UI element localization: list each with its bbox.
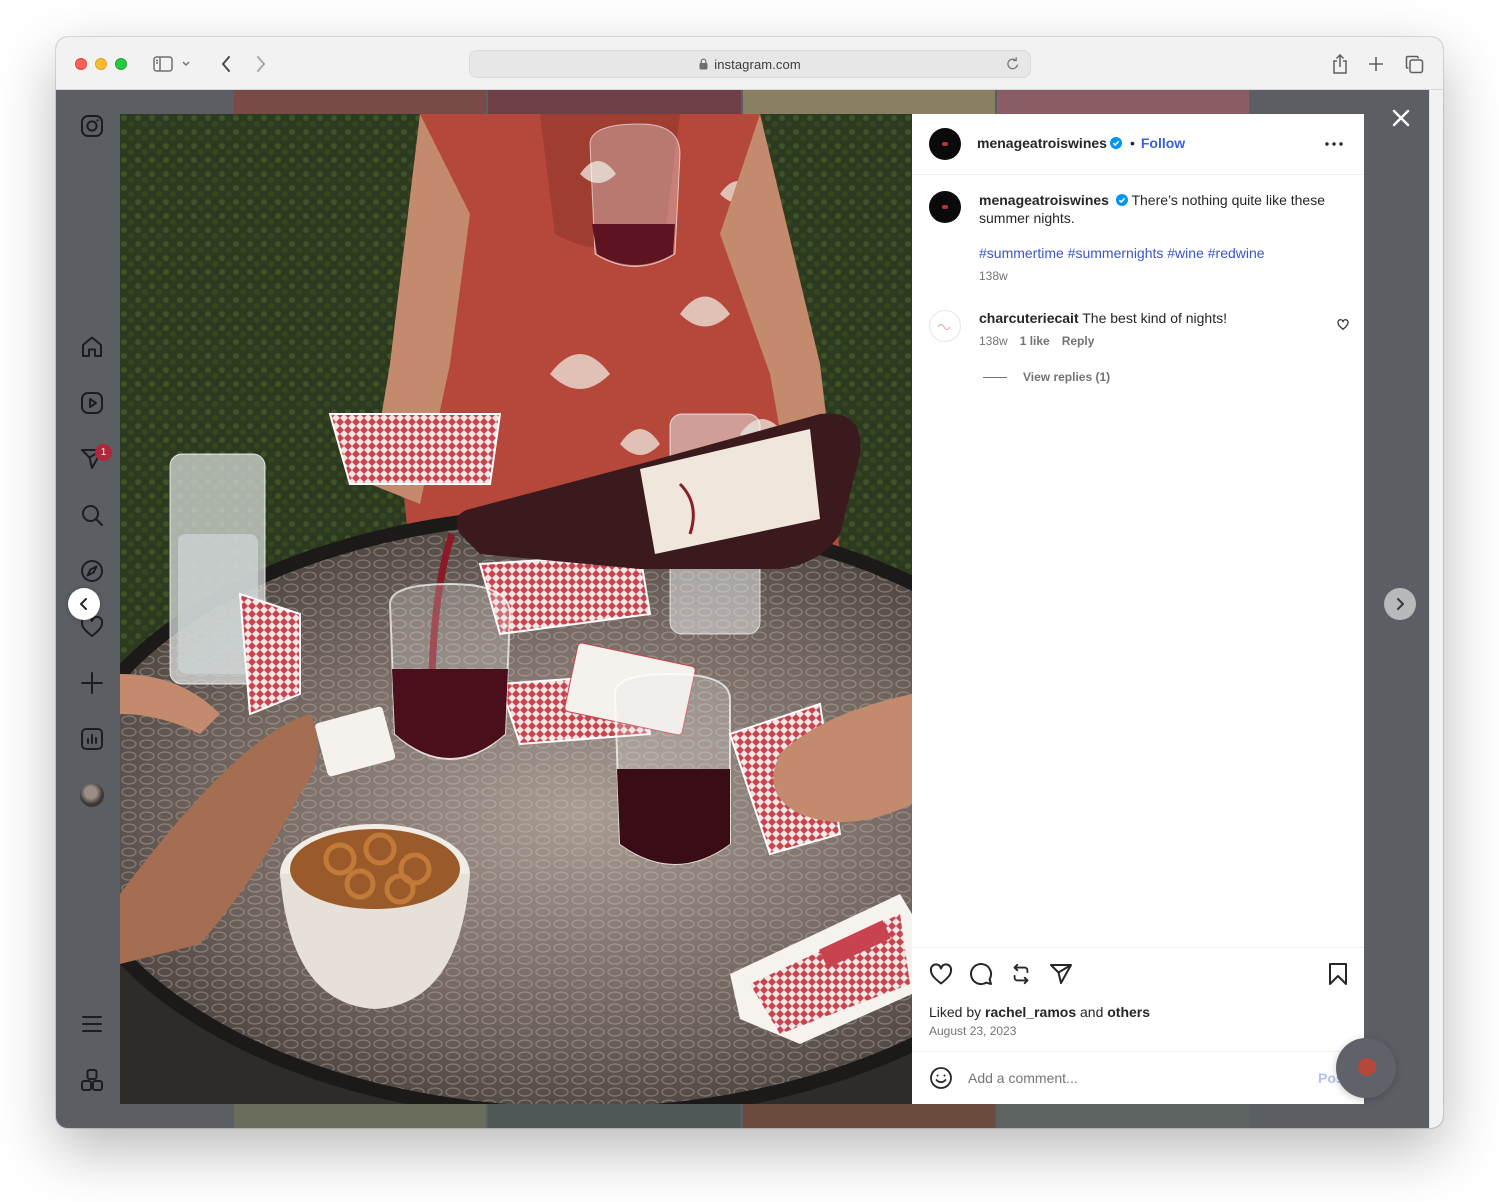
profile-avatar[interactable] (80, 783, 104, 807)
add-comment-bar: Post (912, 1051, 1364, 1104)
background-feed-grid-top (234, 90, 1249, 114)
browser-toolbar: instagram.com (56, 37, 1443, 90)
reply-button[interactable]: Reply (1062, 334, 1095, 348)
caption-author-avatar[interactable] (929, 191, 961, 223)
home-icon[interactable] (78, 333, 106, 361)
zoom-window-button[interactable] (115, 58, 127, 70)
lock-icon (699, 58, 708, 70)
comment-age[interactable]: 138w (979, 334, 1008, 348)
post-details-panel: menageatroiswines • Follow menageatroisw… (912, 114, 1364, 1104)
caption-username[interactable]: menageatroiswines (979, 192, 1109, 208)
sidebar-toggle-icon[interactable] (150, 51, 176, 77)
save-bookmark-icon[interactable] (1325, 961, 1351, 987)
liked-by-user[interactable]: rachel_ramos (985, 1004, 1076, 1020)
background-feed-grid-bottom (234, 1104, 1249, 1128)
page-scrollbar[interactable] (1429, 90, 1443, 1128)
minimize-window-button[interactable] (95, 58, 107, 70)
post-photo-illustration (120, 114, 912, 1104)
verified-badge-icon (1109, 137, 1122, 149)
comment-likes[interactable]: 1 like (1020, 334, 1050, 348)
commenter-username[interactable]: charcuteriecait (979, 310, 1079, 326)
caption-hashtags[interactable]: #summertime #summernights #wine #redwine (979, 245, 1339, 261)
author-username[interactable]: menageatroiswines (977, 135, 1107, 151)
chevron-down-icon[interactable] (179, 51, 193, 77)
follow-button[interactable]: Follow (1141, 135, 1185, 151)
liked-by-prefix: Liked by (929, 1004, 982, 1020)
share-icon[interactable] (1327, 51, 1353, 77)
replies-divider-line (983, 377, 1007, 378)
liked-by-line: Liked by rachel_ramos and others (929, 1003, 1150, 1021)
close-modal-icon[interactable] (1387, 104, 1415, 132)
comment-block: charcuteriecait The best kind of nights!… (979, 309, 1309, 348)
url-text: instagram.com (714, 56, 801, 72)
caption-age[interactable]: 138w (979, 269, 1339, 283)
browser-window: instagram.com 1 menageatroiswines • Foll… (56, 37, 1443, 1128)
search-icon[interactable] (78, 501, 106, 529)
insights-chart-icon[interactable] (78, 725, 106, 753)
share-send-icon[interactable] (1048, 961, 1074, 987)
menu-hamburger-icon[interactable] (78, 1010, 106, 1038)
verified-badge-icon (1115, 194, 1128, 206)
instagram-logo-icon[interactable] (78, 112, 106, 140)
next-post-button[interactable] (1384, 588, 1416, 620)
back-button[interactable] (213, 51, 239, 77)
view-replies-button[interactable]: View replies (1) (1023, 370, 1110, 384)
explore-compass-icon[interactable] (78, 557, 106, 585)
commenter-avatar[interactable] (929, 310, 961, 342)
post-header: menageatroiswines • Follow (912, 114, 1364, 175)
address-bar[interactable]: instagram.com (469, 50, 1031, 78)
emoji-icon[interactable] (929, 1066, 953, 1090)
author-avatar[interactable] (929, 128, 961, 160)
liked-by-and: and (1080, 1004, 1104, 1020)
close-window-button[interactable] (75, 58, 87, 70)
liked-by-others[interactable]: others (1107, 1004, 1150, 1020)
instagram-page: 1 menageatroiswines • Follow menageatroi… (56, 90, 1429, 1128)
threads-apps-icon[interactable] (78, 1066, 106, 1094)
comment-bubble-icon[interactable] (968, 961, 994, 987)
forward-button[interactable] (248, 51, 274, 77)
tab-overview-icon[interactable] (1401, 51, 1427, 77)
comment-like-heart-icon[interactable] (1336, 317, 1350, 331)
notification-badge: 1 (95, 444, 112, 461)
reload-icon[interactable] (1006, 56, 1020, 74)
caption-block: menageatroiswines There’s nothing quite … (979, 191, 1339, 283)
create-plus-icon[interactable] (78, 669, 106, 697)
like-heart-icon[interactable] (928, 961, 954, 987)
new-tab-icon[interactable] (1363, 51, 1389, 77)
previous-post-button[interactable] (68, 588, 100, 620)
more-options-icon[interactable] (1322, 136, 1346, 152)
reels-icon[interactable] (78, 389, 106, 417)
add-comment-input[interactable] (968, 1066, 1288, 1090)
comment-text: The best kind of nights! (1082, 310, 1228, 326)
post-actions: Liked by rachel_ramos and others August … (912, 947, 1364, 1051)
messages-floating-avatar[interactable] (1336, 1038, 1396, 1098)
dot-separator: • (1129, 135, 1135, 151)
post-date[interactable]: August 23, 2023 (929, 1024, 1016, 1038)
repost-icon[interactable] (1008, 961, 1034, 987)
post-photo[interactable] (120, 114, 912, 1104)
